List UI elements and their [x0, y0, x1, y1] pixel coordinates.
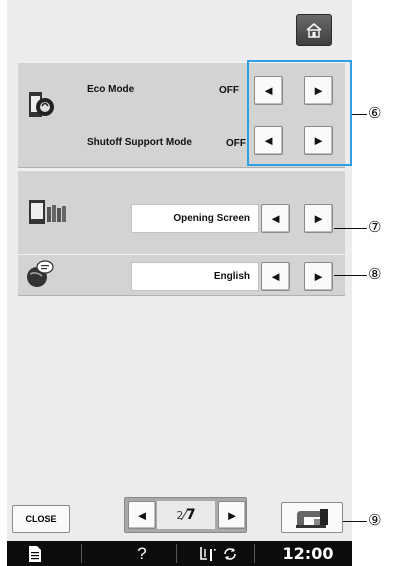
opening-screen-icon	[29, 200, 66, 224]
right-arrow-icon: ►	[312, 269, 325, 284]
callout-line-8	[334, 275, 367, 276]
callout-9: ⑨	[368, 511, 382, 529]
taskbar: ? 12:00	[7, 541, 352, 566]
document-button[interactable]	[7, 541, 63, 566]
highlight-frame	[247, 60, 352, 166]
right-arrow-icon: ►	[225, 507, 239, 523]
callout-line-9	[343, 521, 367, 522]
taskbar-divider	[254, 544, 255, 563]
home-icon	[306, 22, 322, 38]
language-field: English	[131, 262, 259, 291]
page-navigator: ◄ 2 ⁄ 7 ►	[124, 497, 247, 533]
page-prev-button[interactable]: ◄	[128, 501, 156, 529]
eco-mode-icon	[29, 92, 54, 117]
globe-speech-icon	[27, 260, 54, 287]
opening-screen-prev-button[interactable]: ◄	[261, 204, 290, 233]
presser-foot-button[interactable]	[187, 541, 251, 566]
page-total: 7	[185, 507, 196, 523]
close-button[interactable]: CLOSE	[12, 505, 70, 533]
shutoff-support-value: OFF	[226, 138, 246, 149]
right-arrow-icon: ►	[312, 211, 325, 226]
sewing-machine-icon	[296, 508, 328, 528]
taskbar-divider	[176, 544, 177, 563]
page-indicator: 2 ⁄ 7	[157, 501, 215, 529]
presser-foot-icon	[200, 546, 216, 561]
callout-line-7	[334, 228, 367, 229]
left-arrow-icon: ◄	[269, 269, 282, 284]
opening-screen-next-button[interactable]: ►	[304, 204, 333, 233]
opening-screen-field: Opening Screen	[131, 204, 259, 233]
callout-line-6	[352, 114, 367, 115]
language-panel: English ◄ ►	[18, 254, 345, 296]
eco-mode-label: Eco Mode	[87, 84, 135, 95]
language-next-button[interactable]: ►	[304, 262, 333, 291]
page-next-button[interactable]: ►	[218, 501, 246, 529]
help-button[interactable]: ?	[122, 541, 162, 566]
home-button[interactable]	[296, 14, 332, 46]
shutoff-support-label: Shutoff Support Mode	[87, 137, 192, 148]
callout-6: ⑥	[368, 104, 382, 122]
callout-8: ⑧	[368, 265, 382, 283]
rotate-arrows-icon	[224, 547, 236, 560]
eco-mode-value: OFF	[219, 85, 239, 96]
clock: 12:00	[282, 544, 334, 563]
language-prev-button[interactable]: ◄	[261, 262, 290, 291]
left-arrow-icon: ◄	[135, 507, 149, 523]
machine-settings-button[interactable]	[281, 502, 343, 533]
callout-7: ⑦	[368, 218, 382, 236]
taskbar-divider	[81, 544, 82, 563]
left-arrow-icon: ◄	[269, 211, 282, 226]
document-icon	[29, 545, 41, 562]
